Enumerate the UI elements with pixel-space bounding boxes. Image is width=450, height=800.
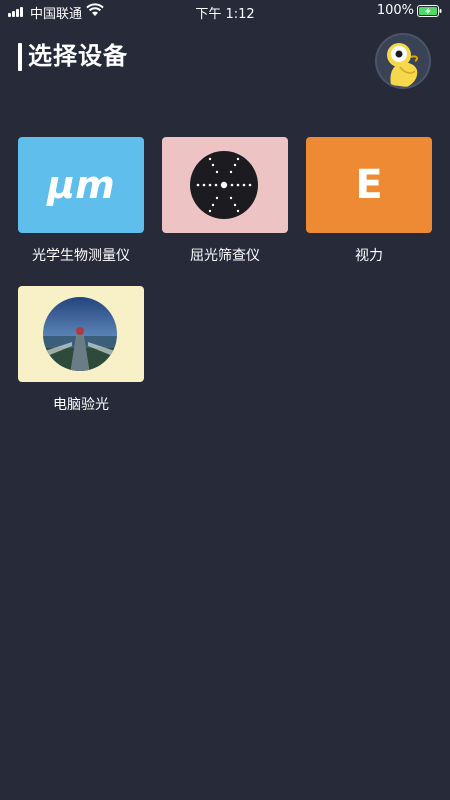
device-optical-biometer[interactable]: μm 光学生物测量仪: [18, 137, 144, 265]
device-label: 屈光筛查仪: [190, 248, 260, 264]
device-tile[interactable]: [18, 286, 144, 382]
device-label: 视力: [355, 248, 383, 264]
battery-percent: 100%: [376, 3, 414, 18]
e-chart-icon: E: [355, 162, 383, 208]
um-text-icon: μm: [47, 163, 115, 207]
battery-charging-icon: [417, 5, 442, 17]
device-tile[interactable]: [162, 137, 288, 233]
status-bar: 中国联通 下午 1:12 100%: [0, 0, 450, 22]
device-label: 电脑验光: [53, 397, 109, 413]
device-label: 光学生物测量仪: [32, 248, 130, 264]
device-refraction-screener[interactable]: 屈光筛查仪: [162, 137, 288, 265]
device-tile[interactable]: E: [306, 137, 432, 233]
page-title: 选择设备: [28, 42, 128, 70]
device-vision[interactable]: E 视力: [306, 137, 432, 265]
eye-scene-icon: [43, 297, 117, 371]
avatar[interactable]: [375, 33, 431, 89]
device-select-screen: 中国联通 下午 1:12 100% 选择设备 μm 光学生物测量仪 屈光筛查仪 …: [0, 0, 450, 800]
device-computer-refraction[interactable]: 电脑验光: [18, 286, 144, 414]
device-tile[interactable]: μm: [18, 137, 144, 233]
title-accent-bar: [18, 43, 22, 71]
refraction-dial-icon: [190, 151, 258, 219]
cartoon-avatar-icon: [387, 43, 419, 87]
